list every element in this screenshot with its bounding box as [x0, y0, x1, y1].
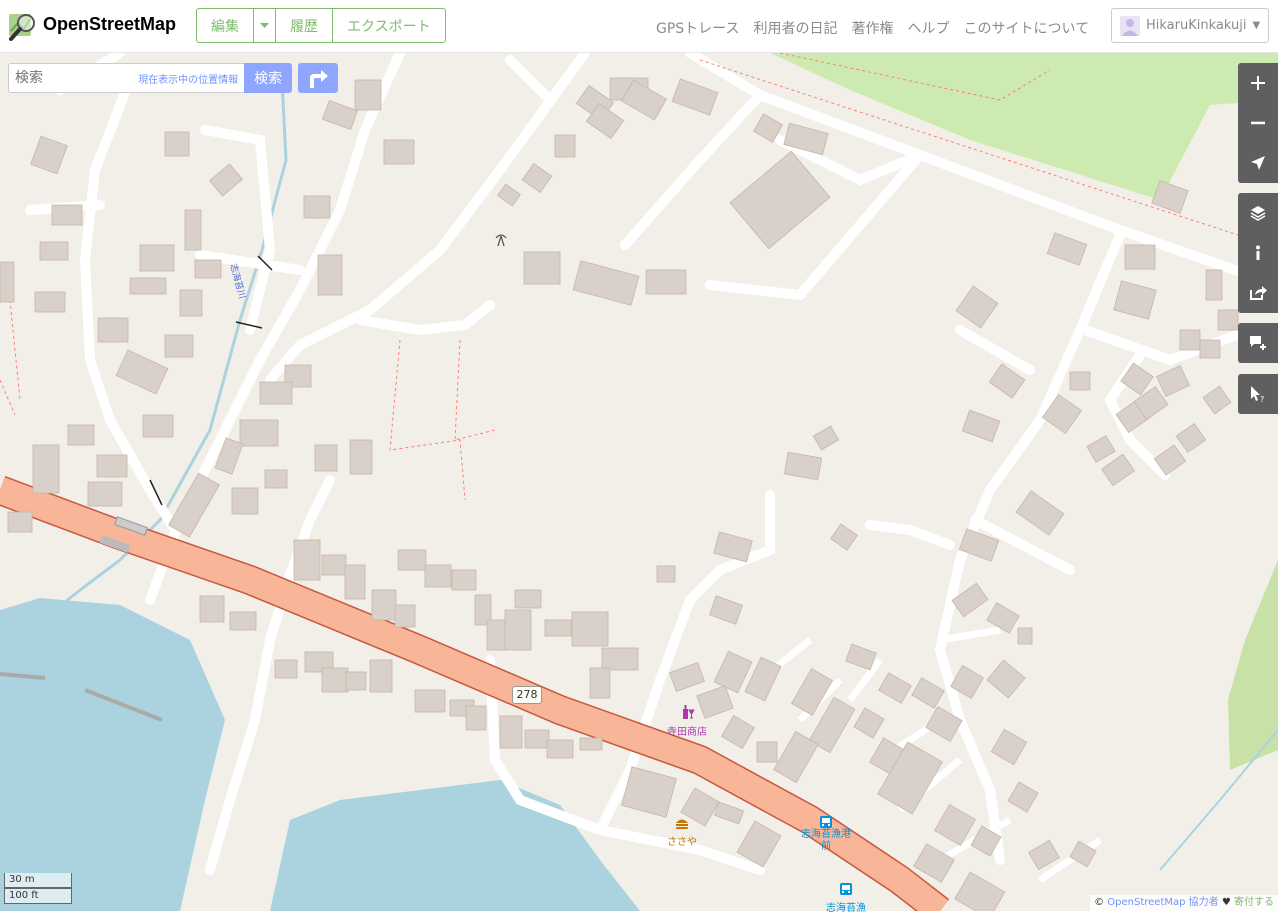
- search-button[interactable]: 検索: [244, 63, 292, 93]
- search-input[interactable]: [9, 64, 141, 92]
- route-shield: 278: [512, 686, 542, 704]
- zoom-out-icon: [1251, 121, 1265, 125]
- locate-icon: [1251, 156, 1265, 170]
- secondary-nav: GPSトレース 利用者の日記 著作権 ヘルプ このサイトについて: [656, 18, 1089, 38]
- zoom-controls: [1238, 63, 1278, 183]
- poi-fast-food[interactable]: ささや: [660, 818, 704, 849]
- directions-icon: [310, 70, 328, 88]
- osm-link[interactable]: OpenStreetMap: [1107, 897, 1185, 908]
- scale-metric: 30 m: [4, 873, 72, 889]
- edit-button[interactable]: 編集: [197, 9, 254, 42]
- nav-help[interactable]: ヘルプ: [907, 18, 949, 38]
- zoom-out-button[interactable]: [1238, 103, 1278, 143]
- avatar-icon: [1120, 15, 1140, 36]
- username: HikaruKinkakuji: [1146, 18, 1247, 33]
- chevron-down-icon: [260, 22, 269, 28]
- zoom-in-button[interactable]: [1238, 63, 1278, 103]
- query-features-icon: ?: [1251, 386, 1264, 403]
- zoom-in-icon: [1251, 76, 1265, 90]
- directions-button[interactable]: [298, 63, 338, 93]
- bottle-icon: [683, 705, 695, 719]
- nav-about[interactable]: このサイトについて: [963, 18, 1089, 38]
- burger-icon: [676, 819, 688, 829]
- add-note-button[interactable]: [1238, 323, 1278, 363]
- scale-imperial: 100 ft: [4, 889, 72, 904]
- map-panel-controls: [1238, 193, 1278, 313]
- poi-label: 志海苔漁港前: [801, 829, 851, 852]
- svg-text:?: ?: [1260, 395, 1264, 403]
- info-icon: [1256, 245, 1260, 260]
- edit-dropdown-toggle[interactable]: [254, 9, 276, 42]
- search-box: 現在表示中の位置情報: [8, 63, 245, 93]
- bus-stop-icon: [840, 883, 852, 895]
- add-note-icon: [1250, 336, 1266, 350]
- attribution: © OpenStreetMap 協力者 ♥ 寄付する: [1090, 895, 1278, 911]
- query-features-button[interactable]: ?: [1238, 374, 1278, 414]
- brand-name[interactable]: OpenStreetMap: [43, 14, 176, 35]
- map-canvas[interactable]: [0, 53, 1278, 911]
- poi-label: ささや: [667, 837, 697, 848]
- contributors-link[interactable]: 協力者: [1189, 897, 1219, 908]
- share-icon: [1250, 286, 1267, 300]
- scale-bar: 30 m 100 ft: [4, 873, 72, 904]
- locate-button[interactable]: [1238, 143, 1278, 183]
- layers-icon: [1250, 206, 1266, 221]
- poi-label: 寺田商店: [667, 727, 707, 738]
- nav-copyright[interactable]: 著作権: [851, 18, 893, 38]
- magnifier-map-logo[interactable]: [8, 11, 38, 41]
- poi-liquor-store[interactable]: 寺田商店: [660, 704, 714, 739]
- share-button[interactable]: [1238, 273, 1278, 313]
- copyright-symbol: ©: [1094, 897, 1105, 908]
- history-button[interactable]: 履歴: [276, 9, 333, 42]
- heart-icon: ♥: [1221, 897, 1231, 908]
- export-button[interactable]: エクスポート: [333, 9, 445, 42]
- note-controls: [1238, 323, 1278, 363]
- chevron-down-icon: ▼: [1252, 20, 1261, 31]
- bus-stop-icon: [820, 816, 832, 828]
- poi-bus-stop-2[interactable]: 志海苔漁: [820, 882, 872, 915]
- nav-gps-traces[interactable]: GPSトレース: [656, 18, 739, 38]
- map-key-button[interactable]: [1238, 233, 1278, 273]
- layers-button[interactable]: [1238, 193, 1278, 233]
- poi-label: 志海苔漁: [826, 903, 866, 914]
- top-header: OpenStreetMap 編集 履歴 エクスポート GPSトレース 利用者の日…: [0, 0, 1278, 53]
- user-menu[interactable]: HikaruKinkakuji ▼: [1111, 8, 1269, 43]
- nav-user-diaries[interactable]: 利用者の日記: [753, 18, 837, 38]
- donate-link[interactable]: 寄付する: [1234, 897, 1274, 908]
- query-controls: ?: [1238, 374, 1278, 414]
- search-form: 現在表示中の位置情報 検索: [8, 63, 292, 93]
- edit-button-group: 編集 履歴 エクスポート: [196, 8, 446, 43]
- poi-bus-stop[interactable]: 志海苔漁港前: [800, 815, 852, 853]
- where-am-i-link[interactable]: 現在表示中の位置情報: [138, 71, 238, 86]
